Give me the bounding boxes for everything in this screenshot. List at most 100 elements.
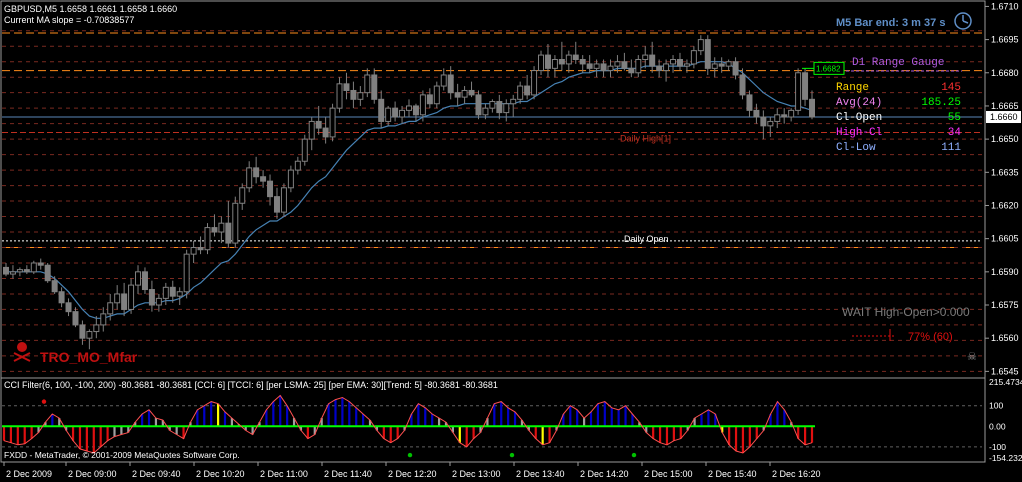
candle-body[interactable] xyxy=(468,89,475,96)
candle-body[interactable] xyxy=(218,222,225,233)
candle-body[interactable] xyxy=(155,297,162,306)
candle-body[interactable] xyxy=(503,103,510,114)
candle-body[interactable] xyxy=(538,54,545,72)
candle-body[interactable] xyxy=(489,101,496,109)
candle-body[interactable] xyxy=(72,311,79,326)
candle-body[interactable] xyxy=(267,180,274,198)
candle-body[interactable] xyxy=(79,324,86,339)
candle-body[interactable] xyxy=(141,271,148,291)
candle-body[interactable] xyxy=(496,101,503,114)
candle-body[interactable] xyxy=(107,302,114,315)
candle-body[interactable] xyxy=(711,63,718,69)
candle-body[interactable] xyxy=(642,54,649,61)
candle-body[interactable] xyxy=(579,59,586,65)
candle-body[interactable] xyxy=(169,286,176,297)
candle-body[interactable] xyxy=(51,280,58,293)
candle-body[interactable] xyxy=(718,63,725,67)
metatrader-chart-window[interactable]: Daily High[1] Daily Open GBPUSD,M5 1.6658 … xyxy=(0,0,1022,482)
candle-body[interactable] xyxy=(392,107,399,118)
candle-body[interactable] xyxy=(253,167,260,178)
candle-body[interactable] xyxy=(322,127,329,138)
candle-body[interactable] xyxy=(343,83,350,91)
candle-body[interactable] xyxy=(739,74,746,96)
candle-body[interactable] xyxy=(260,176,267,182)
candle-body[interactable] xyxy=(419,94,426,116)
candle-body[interactable] xyxy=(802,72,809,100)
candle-body[interactable] xyxy=(371,74,378,100)
candle-body[interactable] xyxy=(23,269,30,273)
candle-body[interactable] xyxy=(3,266,9,275)
candle-body[interactable] xyxy=(704,39,711,69)
candle-body[interactable] xyxy=(412,105,419,116)
candle-body[interactable] xyxy=(114,293,121,304)
candle-body[interactable] xyxy=(510,98,517,105)
candle-body[interactable] xyxy=(781,114,788,118)
candle-body[interactable] xyxy=(676,59,683,67)
candle-body[interactable] xyxy=(336,83,343,109)
candle-body[interactable] xyxy=(475,94,482,116)
candle-body[interactable] xyxy=(135,271,142,286)
candle-body[interactable] xyxy=(294,160,301,171)
candle-body[interactable] xyxy=(440,74,447,87)
candle-body[interactable] xyxy=(656,65,663,72)
candle-body[interactable] xyxy=(378,98,385,122)
candle-body[interactable] xyxy=(232,202,239,244)
candle-body[interactable] xyxy=(301,138,308,162)
candle-body[interactable] xyxy=(44,264,51,282)
candle-body[interactable] xyxy=(280,187,287,213)
candle-body[interactable] xyxy=(183,253,190,293)
candle-body[interactable] xyxy=(517,85,524,100)
candle-body[interactable] xyxy=(433,85,440,105)
candle-body[interactable] xyxy=(447,74,454,94)
candle-body[interactable] xyxy=(461,89,468,98)
candle-body[interactable] xyxy=(364,74,371,94)
candle-body[interactable] xyxy=(190,247,197,255)
candle-body[interactable] xyxy=(753,109,760,118)
candle-body[interactable] xyxy=(635,59,642,74)
candle-body[interactable] xyxy=(406,105,412,111)
candle-body[interactable] xyxy=(795,72,802,111)
candle-body[interactable] xyxy=(100,313,107,326)
candle-body[interactable] xyxy=(329,107,336,138)
candle-body[interactable] xyxy=(732,61,739,76)
candle-body[interactable] xyxy=(565,54,572,65)
candle-body[interactable] xyxy=(551,59,558,69)
candle-body[interactable] xyxy=(670,59,677,65)
candle-body[interactable] xyxy=(600,63,607,72)
candle-body[interactable] xyxy=(809,98,815,118)
candle-body[interactable] xyxy=(690,50,697,65)
candle-body[interactable] xyxy=(350,89,357,100)
candle-body[interactable] xyxy=(788,109,795,118)
candle-body[interactable] xyxy=(204,227,211,251)
candle-body[interactable] xyxy=(663,63,670,72)
candle-body[interactable] xyxy=(454,92,461,98)
candle-body[interactable] xyxy=(121,293,128,310)
candle-body[interactable] xyxy=(697,39,704,52)
candle-body[interactable] xyxy=(482,107,489,116)
candle-body[interactable] xyxy=(607,65,614,72)
candle-body[interactable] xyxy=(586,63,593,69)
candle-body[interactable] xyxy=(16,269,23,273)
candle-body[interactable] xyxy=(197,247,204,251)
candle-body[interactable] xyxy=(621,61,628,69)
candle-body[interactable] xyxy=(162,286,169,299)
candle-body[interactable] xyxy=(273,196,280,213)
candle-body[interactable] xyxy=(774,114,781,122)
candle-body[interactable] xyxy=(524,85,531,96)
candle-body[interactable] xyxy=(426,94,433,105)
candle-body[interactable] xyxy=(9,271,16,275)
candle-body[interactable] xyxy=(211,227,218,233)
candle-body[interactable] xyxy=(315,120,322,129)
candle-body[interactable] xyxy=(760,116,767,127)
candle-body[interactable] xyxy=(572,54,579,61)
candle-body[interactable] xyxy=(239,187,246,204)
candle-body[interactable] xyxy=(58,291,65,304)
candle-body[interactable] xyxy=(176,291,183,297)
candle-body[interactable] xyxy=(767,120,774,127)
candle-body[interactable] xyxy=(246,167,253,189)
candle-body[interactable] xyxy=(357,92,364,100)
candle-body[interactable] xyxy=(148,289,155,306)
candle-body[interactable] xyxy=(746,94,753,111)
candle-body[interactable] xyxy=(628,67,635,74)
candle-body[interactable] xyxy=(593,63,600,69)
